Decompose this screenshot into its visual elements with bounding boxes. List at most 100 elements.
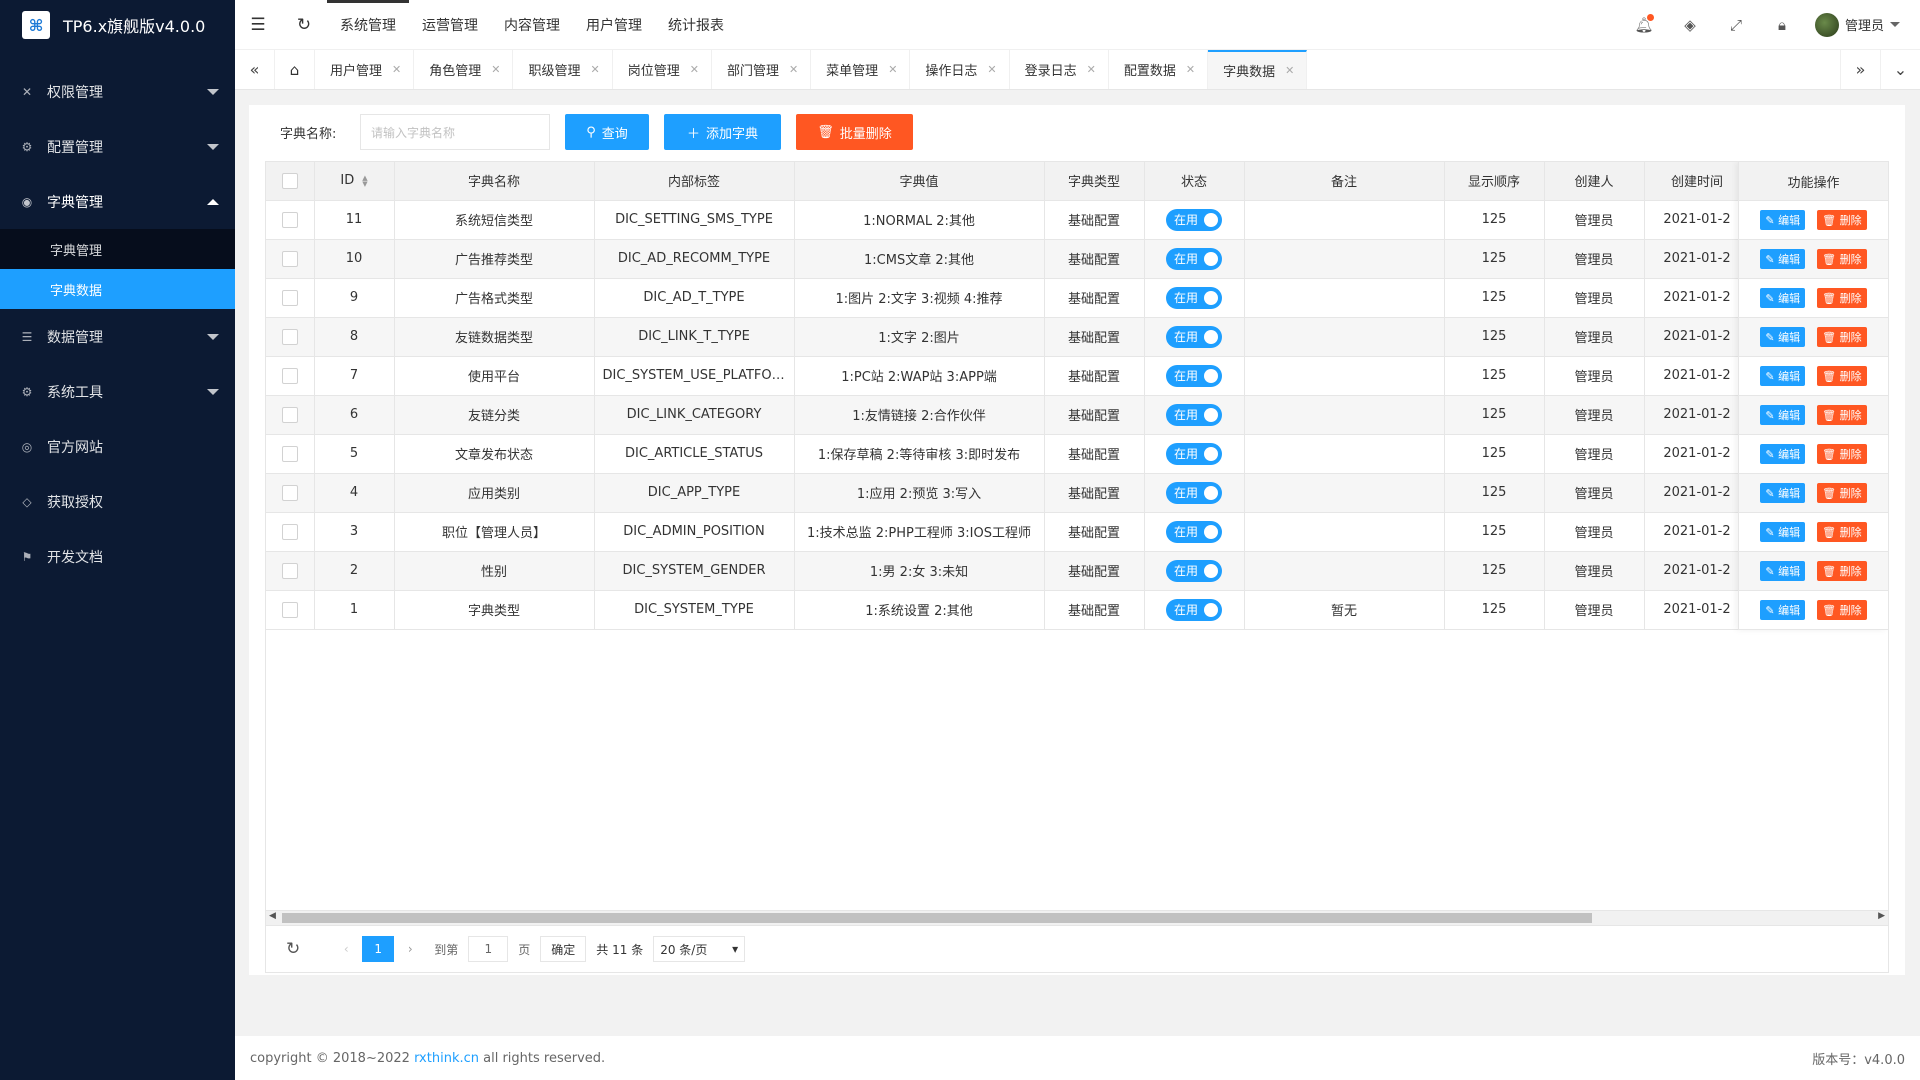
delete-button[interactable]: 🗑︎ 删除 — [1817, 600, 1867, 620]
goto-confirm-button[interactable]: 确定 — [540, 936, 587, 962]
top-nav-item-3[interactable]: 用户管理 — [573, 0, 655, 50]
tabs-dropdown-icon[interactable]: ⌄ — [1880, 50, 1920, 89]
sidebar-item-7[interactable]: ⚑ 开发文档 — [0, 529, 235, 584]
close-icon[interactable]: ✕ — [491, 63, 500, 76]
close-icon[interactable]: ✕ — [987, 63, 996, 76]
table-refresh-icon[interactable]: ↻ — [286, 939, 300, 959]
top-nav-item-4[interactable]: 统计报表 — [655, 0, 737, 50]
tabs-scroll-right-icon[interactable]: » — [1840, 50, 1880, 89]
tab-2[interactable]: 职级管理 ✕ — [513, 50, 613, 89]
close-icon[interactable]: ✕ — [1186, 63, 1195, 76]
close-icon[interactable]: ✕ — [789, 63, 798, 76]
delete-button[interactable]: 🗑︎ 删除 — [1817, 561, 1867, 581]
delete-button[interactable]: 🗑︎ 删除 — [1817, 210, 1867, 230]
sidebar-item-5[interactable]: ◎ 官方网站 — [0, 419, 235, 474]
row-checkbox[interactable] — [281, 406, 298, 423]
status-switch[interactable]: 在用 — [1166, 403, 1222, 426]
edit-button[interactable]: ✎ 编辑 — [1760, 561, 1806, 581]
add-dict-button[interactable]: ＋ 添加字典 — [664, 114, 781, 150]
page-size-select[interactable]: 20 条/页 ▾ — [653, 936, 746, 962]
scrollbar-thumb[interactable] — [282, 913, 1592, 923]
sort-icon[interactable]: ▲ ▼ — [362, 174, 367, 187]
status-switch[interactable]: 在用 — [1166, 364, 1222, 387]
page-number[interactable]: 1 — [362, 936, 395, 962]
delete-button[interactable]: 🗑︎ 删除 — [1817, 288, 1867, 308]
tab-6[interactable]: 操作日志 ✕ — [910, 50, 1010, 89]
sidebar-item-6[interactable]: ◇ 获取授权 — [0, 474, 235, 529]
status-switch[interactable]: 在用 — [1166, 247, 1222, 270]
edit-button[interactable]: ✎ 编辑 — [1760, 366, 1806, 386]
sidebar-item-4[interactable]: ⚙ 系统工具 — [0, 364, 235, 419]
row-checkbox[interactable] — [281, 601, 298, 618]
sidebar-item-3[interactable]: ☰ 数据管理 — [0, 309, 235, 364]
batch-delete-button[interactable]: 🗑︎ 批量删除 — [796, 114, 913, 150]
edit-button[interactable]: ✎ 编辑 — [1760, 249, 1806, 269]
row-checkbox[interactable] — [281, 484, 298, 501]
tab-8[interactable]: 配置数据 ✕ — [1109, 50, 1209, 89]
edit-button[interactable]: ✎ 编辑 — [1760, 405, 1806, 425]
row-checkbox[interactable] — [281, 367, 298, 384]
status-switch[interactable]: 在用 — [1166, 559, 1222, 582]
user-menu[interactable]: 管理员 — [1805, 12, 1920, 37]
scroll-right-arrow-icon[interactable]: ▶ — [1878, 911, 1885, 921]
delete-button[interactable]: 🗑︎ 删除 — [1817, 366, 1867, 386]
site-link[interactable]: rxthink.cn — [414, 1051, 479, 1066]
scroll-left-arrow-icon[interactable]: ◀ — [269, 911, 276, 921]
row-checkbox[interactable] — [281, 250, 298, 267]
delete-button[interactable]: 🗑︎ 删除 — [1817, 249, 1867, 269]
sidebar-item-1[interactable]: ⚙ 配置管理 — [0, 119, 235, 174]
col-id[interactable]: ID ▲ ▼ — [314, 162, 395, 201]
goto-page-input[interactable]: 1 — [468, 936, 509, 962]
close-icon[interactable]: ✕ — [1087, 63, 1096, 76]
close-icon[interactable]: ✕ — [590, 63, 599, 76]
tab-5[interactable]: 菜单管理 ✕ — [811, 50, 911, 89]
edit-button[interactable]: ✎ 编辑 — [1760, 483, 1806, 503]
top-nav-item-2[interactable]: 内容管理 — [491, 0, 573, 50]
submenu-item-1[interactable]: 字典数据 — [0, 269, 235, 309]
edit-button[interactable]: ✎ 编辑 — [1760, 210, 1806, 230]
status-switch[interactable]: 在用 — [1166, 481, 1222, 504]
tab-9[interactable]: 字典数据 ✕ — [1208, 50, 1308, 89]
row-checkbox[interactable] — [281, 445, 298, 462]
status-switch[interactable]: 在用 — [1166, 520, 1222, 543]
tab-7[interactable]: 登录日志 ✕ — [1010, 50, 1109, 89]
top-nav-item-1[interactable]: 运营管理 — [409, 0, 491, 50]
edit-button[interactable]: ✎ 编辑 — [1760, 600, 1806, 620]
delete-button[interactable]: 🗑︎ 删除 — [1817, 444, 1867, 464]
home-icon[interactable]: ⌂ — [275, 50, 315, 89]
edit-button[interactable]: ✎ 编辑 — [1760, 522, 1806, 542]
fullscreen-icon[interactable]: ⤢ — [1713, 0, 1759, 50]
bell-icon[interactable]: 🔔︎ — [1621, 0, 1667, 50]
row-checkbox[interactable] — [281, 562, 298, 579]
tag-icon[interactable]: ◈ — [1667, 0, 1713, 50]
app-logo[interactable]: ⌘ TP6.x旗舰版v4.0.0 — [0, 0, 235, 50]
prev-page-icon[interactable]: ‹ — [330, 936, 362, 962]
close-icon[interactable]: ✕ — [888, 63, 897, 76]
edit-button[interactable]: ✎ 编辑 — [1760, 288, 1806, 308]
submenu-item-0[interactable]: 字典管理 — [0, 229, 235, 269]
tab-4[interactable]: 部门管理 ✕ — [712, 50, 812, 89]
status-switch[interactable]: 在用 — [1166, 442, 1222, 465]
delete-button[interactable]: 🗑︎ 删除 — [1817, 522, 1867, 542]
status-switch[interactable]: 在用 — [1166, 325, 1222, 348]
horizontal-scrollbar[interactable]: ◀ ▶ — [266, 910, 1888, 925]
row-checkbox[interactable] — [281, 523, 298, 540]
close-icon[interactable]: ✕ — [392, 63, 401, 76]
status-switch[interactable]: 在用 — [1166, 208, 1222, 231]
status-switch[interactable]: 在用 — [1166, 286, 1222, 309]
close-icon[interactable]: ✕ — [1285, 64, 1294, 77]
sidebar-item-2[interactable]: ◉ 字典管理 — [0, 174, 235, 229]
edit-button[interactable]: ✎ 编辑 — [1760, 327, 1806, 347]
select-all-checkbox[interactable] — [281, 172, 298, 189]
delete-button[interactable]: 🗑︎ 删除 — [1817, 327, 1867, 347]
sidebar-item-0[interactable]: ✕ 权限管理 — [0, 64, 235, 119]
lock-icon[interactable]: 🔒︎ — [1759, 0, 1805, 50]
refresh-icon[interactable]: ↻ — [281, 0, 327, 50]
next-page-icon[interactable]: › — [394, 936, 426, 962]
status-switch[interactable]: 在用 — [1166, 598, 1222, 621]
top-nav-item-0[interactable]: 系统管理 — [327, 0, 409, 50]
delete-button[interactable]: 🗑︎ 删除 — [1817, 483, 1867, 503]
tabs-scroll-left-icon[interactable]: « — [235, 50, 275, 89]
search-input[interactable]: 请输入字典名称 — [360, 114, 550, 150]
query-button[interactable]: ⚲ 查询 — [565, 114, 649, 150]
